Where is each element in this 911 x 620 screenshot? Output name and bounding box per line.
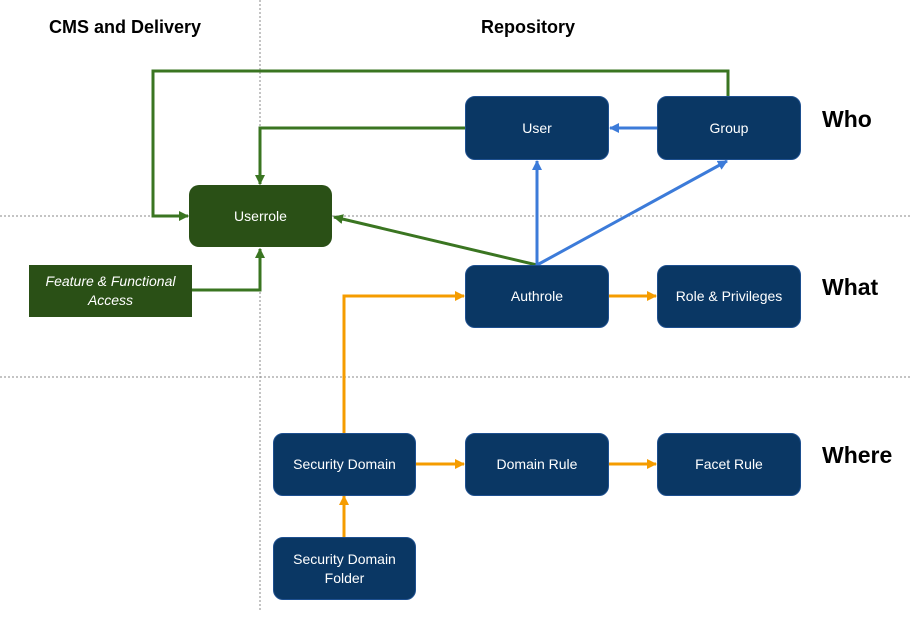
- edge-authrole-to-group: [536, 159, 728, 267]
- row-title-what: What: [822, 274, 879, 300]
- node-user[interactable]: User: [465, 96, 609, 160]
- row-title-who: Who: [822, 106, 872, 132]
- row-title-where: Where: [822, 442, 893, 468]
- edge-security-domain-to-authrole: [342, 291, 465, 433]
- edge-user-to-userrole: [255, 126, 465, 185]
- column-title-cms: CMS and Delivery: [49, 17, 202, 37]
- node-security-domain[interactable]: Security Domain: [273, 433, 416, 496]
- column-title-repository: Repository: [481, 17, 576, 37]
- edge-authrole-to-userrole: [333, 214, 538, 267]
- node-userrole[interactable]: Userrole: [189, 185, 332, 247]
- node-role-privileges[interactable]: Role & Privileges: [657, 265, 801, 328]
- node-security-domain-folder[interactable]: Security Domain Folder: [273, 537, 416, 600]
- node-group[interactable]: Group: [657, 96, 801, 160]
- edge-feature-to-userrole: [192, 248, 265, 292]
- node-authrole[interactable]: Authrole: [465, 265, 609, 328]
- node-feature-functional-access[interactable]: Feature & Functional Access: [29, 265, 192, 317]
- node-facet-rule[interactable]: Facet Rule: [657, 433, 801, 496]
- node-domain-rule[interactable]: Domain Rule: [465, 433, 609, 496]
